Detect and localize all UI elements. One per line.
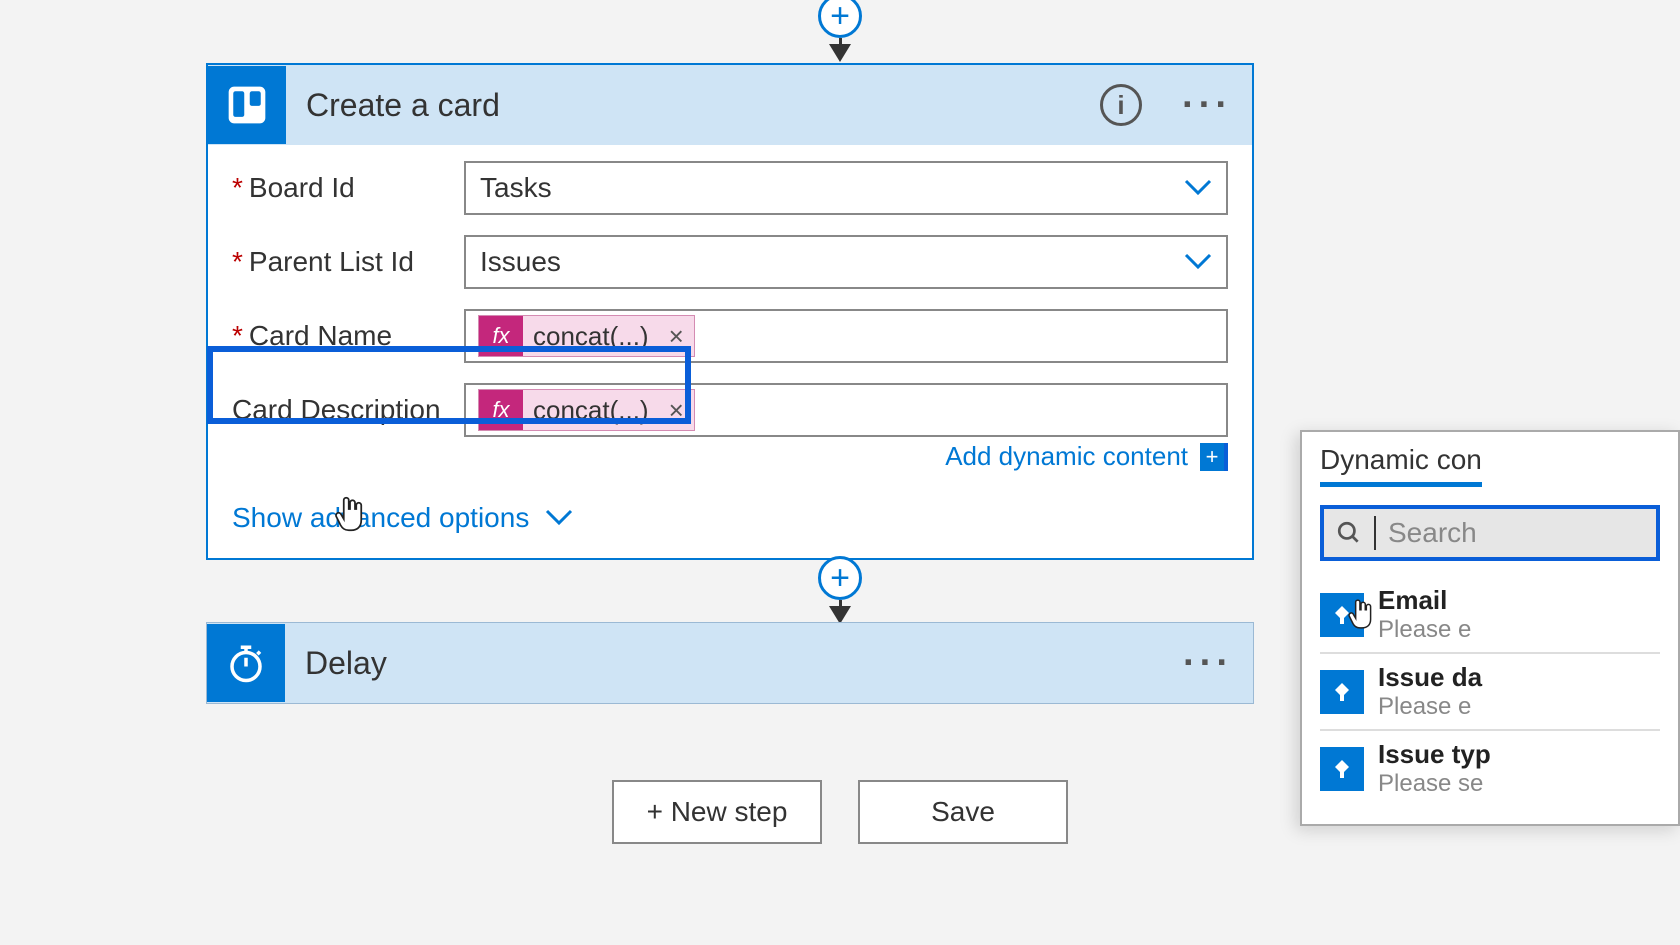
show-advanced-options-link[interactable]: Show advanced options bbox=[232, 502, 573, 534]
new-step-button[interactable]: + New step bbox=[612, 780, 822, 844]
more-menu-button[interactable]: ··· bbox=[1182, 84, 1232, 127]
board-id-dropdown[interactable]: Tasks bbox=[464, 161, 1228, 215]
parent-list-id-row: * Parent List Id Issues bbox=[232, 235, 1228, 289]
token-remove-button[interactable]: × bbox=[659, 390, 694, 430]
card-description-label: Card Description bbox=[232, 394, 464, 426]
more-menu-button[interactable]: ··· bbox=[1183, 642, 1233, 685]
item-subtitle: Please se bbox=[1378, 770, 1491, 798]
create-card-title: Create a card bbox=[286, 87, 1100, 124]
card-name-label: * Card Name bbox=[232, 320, 464, 352]
parent-list-id-label: * Parent List Id bbox=[232, 246, 464, 278]
connector-middle: + bbox=[818, 556, 862, 624]
search-icon bbox=[1336, 520, 1362, 546]
chevron-down-icon bbox=[1184, 253, 1212, 271]
add-dynamic-content-label: Add dynamic content bbox=[945, 441, 1188, 472]
create-card-body: * Board Id Tasks * Parent List Id Issues bbox=[208, 145, 1252, 558]
required-asterisk: * bbox=[232, 320, 243, 352]
board-id-label: * Board Id bbox=[232, 172, 464, 204]
fx-icon: fx bbox=[479, 390, 523, 430]
card-name-label-text: Card Name bbox=[249, 320, 392, 352]
connector-top: + bbox=[818, 0, 862, 62]
search-placeholder: Search bbox=[1388, 517, 1477, 549]
delay-action: Delay ··· bbox=[206, 622, 1254, 704]
trello-icon bbox=[208, 66, 286, 144]
parent-list-id-value: Issues bbox=[480, 246, 561, 278]
card-description-row: Card Description fx concat(...) × bbox=[232, 383, 1228, 437]
create-card-header[interactable]: Create a card i ··· bbox=[208, 65, 1252, 145]
dynamic-content-item-text: Issue da Please e bbox=[1378, 662, 1482, 721]
required-asterisk: * bbox=[232, 172, 243, 204]
add-dynamic-content-link[interactable]: Add dynamic content + bbox=[232, 441, 1228, 472]
card-name-row: * Card Name fx concat(...) × bbox=[232, 309, 1228, 363]
delay-header[interactable]: Delay ··· bbox=[207, 623, 1253, 703]
card-name-input[interactable]: fx concat(...) × bbox=[464, 309, 1228, 363]
card-description-label-text: Card Description bbox=[232, 394, 441, 426]
dynamic-content-item[interactable]: Email Please e bbox=[1320, 577, 1660, 654]
card-description-input[interactable]: fx concat(...) × bbox=[464, 383, 1228, 437]
dynamic-content-item-text: Issue typ Please se bbox=[1378, 739, 1491, 798]
item-subtitle: Please e bbox=[1378, 693, 1482, 721]
board-id-row: * Board Id Tasks bbox=[232, 161, 1228, 215]
dynamic-content-item-text: Email Please e bbox=[1378, 585, 1471, 644]
token-label: concat(...) bbox=[523, 316, 659, 356]
tab-dynamic-content[interactable]: Dynamic con bbox=[1320, 444, 1482, 487]
text-caret bbox=[1374, 516, 1376, 550]
arrowhead-icon bbox=[829, 44, 851, 62]
show-advanced-options-label: Show advanced options bbox=[232, 502, 529, 534]
flyout-search-input[interactable]: Search bbox=[1320, 505, 1660, 561]
forms-icon bbox=[1320, 747, 1364, 791]
add-step-button[interactable]: + bbox=[818, 0, 862, 38]
forms-icon bbox=[1320, 593, 1364, 637]
save-button[interactable]: Save bbox=[858, 780, 1068, 844]
dynamic-content-item[interactable]: Issue typ Please se bbox=[1320, 731, 1660, 806]
required-asterisk: * bbox=[232, 246, 243, 278]
board-id-label-text: Board Id bbox=[249, 172, 355, 204]
board-id-value: Tasks bbox=[480, 172, 552, 204]
flyout-tabs: Dynamic con bbox=[1320, 444, 1660, 487]
timer-icon bbox=[207, 624, 285, 702]
delay-title: Delay bbox=[285, 645, 1183, 682]
bottom-toolbar: + New step Save bbox=[612, 780, 1068, 844]
item-title: Email bbox=[1378, 585, 1471, 616]
dynamic-content-item[interactable]: Issue da Please e bbox=[1320, 654, 1660, 731]
chevron-down-icon bbox=[1184, 179, 1212, 197]
expression-token[interactable]: fx concat(...) × bbox=[478, 315, 695, 357]
item-title: Issue da bbox=[1378, 662, 1482, 693]
plus-icon: + bbox=[1200, 443, 1228, 471]
info-icon[interactable]: i bbox=[1100, 84, 1142, 126]
dynamic-content-flyout: Dynamic con Search Email Please e Issue … bbox=[1300, 430, 1680, 826]
item-title: Issue typ bbox=[1378, 739, 1491, 770]
create-card-action: Create a card i ··· * Board Id Tasks * P… bbox=[206, 63, 1254, 560]
fx-icon: fx bbox=[479, 316, 523, 356]
forms-icon bbox=[1320, 670, 1364, 714]
parent-list-id-dropdown[interactable]: Issues bbox=[464, 235, 1228, 289]
add-step-button[interactable]: + bbox=[818, 556, 862, 600]
parent-list-id-label-text: Parent List Id bbox=[249, 246, 414, 278]
chevron-down-icon bbox=[545, 509, 573, 527]
token-remove-button[interactable]: × bbox=[659, 316, 694, 356]
item-subtitle: Please e bbox=[1378, 616, 1471, 644]
expression-token[interactable]: fx concat(...) × bbox=[478, 389, 695, 431]
token-label: concat(...) bbox=[523, 390, 659, 430]
